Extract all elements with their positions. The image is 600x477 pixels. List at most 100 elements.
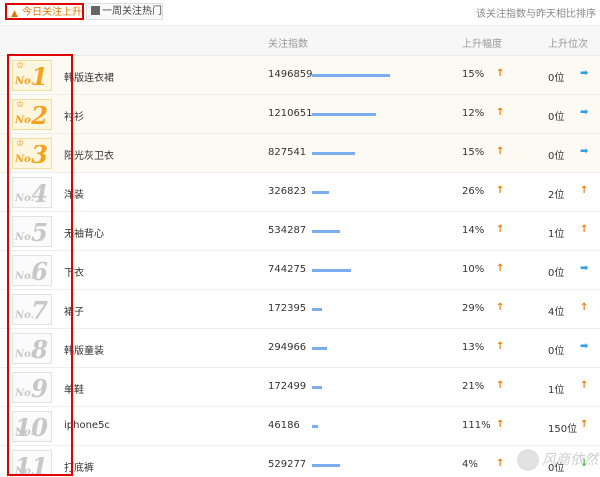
rank-badge: No. 5 bbox=[12, 216, 52, 247]
index-bar bbox=[312, 425, 318, 428]
up-rate-value: 111% bbox=[462, 420, 491, 431]
tab-week-label: 一周关注热门 bbox=[102, 6, 162, 17]
table-row[interactable]: No. 8 韩版童装 294966 13% ↑ 0位 ➡ bbox=[0, 329, 600, 368]
index-bar bbox=[312, 269, 351, 272]
position-up-value: 0位 bbox=[548, 346, 565, 357]
up-arrow-icon: ↑ bbox=[496, 107, 505, 118]
tab-week-hot[interactable]: 一周关注热门 bbox=[86, 3, 163, 20]
keyword-link[interactable]: 裙子 bbox=[64, 303, 84, 318]
keyword-link[interactable]: 洋装 bbox=[64, 186, 84, 201]
crown-icon: ♔ bbox=[16, 61, 25, 71]
tab-today-rising[interactable]: ▲ 今日关注上升 bbox=[5, 3, 84, 20]
up-rate-value: 12% bbox=[462, 108, 485, 119]
up-rate-value: 15% bbox=[462, 147, 485, 158]
crown-icon: ♔ bbox=[16, 139, 25, 149]
up-arrow-icon: ↑ bbox=[580, 380, 589, 391]
index-bar bbox=[312, 230, 340, 233]
right-arrow-icon: ➡ bbox=[580, 107, 589, 118]
up-arrow-icon: ↑ bbox=[496, 341, 505, 352]
rank-number: 6 bbox=[31, 257, 48, 286]
keyword-link[interactable]: 单鞋 bbox=[64, 381, 84, 396]
up-arrow-icon: ↑ bbox=[580, 224, 589, 235]
up-arrow-icon: ↑ bbox=[496, 185, 505, 196]
table-row[interactable]: ♔ No. 2 衬衫 1210651 12% ↑ 0位 ➡ bbox=[0, 95, 600, 134]
square-icon bbox=[91, 6, 100, 15]
position-up-value: 1位 bbox=[548, 229, 565, 240]
keyword-link[interactable]: 韩版连衣裙 bbox=[64, 69, 114, 84]
tab-bar: ▲ 今日关注上升 一周关注热门 该关注指数与昨天相比排序 bbox=[0, 0, 600, 22]
position-up-value: 0位 bbox=[548, 73, 565, 84]
index-bar bbox=[312, 386, 322, 389]
rank-number: 5 bbox=[31, 218, 48, 247]
table-row[interactable]: No. 5 无袖背心 534287 14% ↑ 1位 ↑ bbox=[0, 212, 600, 251]
keyword-link[interactable]: 无袖背心 bbox=[64, 225, 104, 240]
keyword-link[interactable]: 韩版童装 bbox=[64, 342, 104, 357]
index-value: 1496859 bbox=[268, 69, 313, 80]
up-rate-value: 14% bbox=[462, 225, 485, 236]
index-value: 46186 bbox=[268, 420, 300, 431]
rank-number: 9 bbox=[31, 374, 48, 403]
watermark: 风商依然 bbox=[517, 449, 598, 475]
table-row[interactable]: No. 10 iphone5c 46186 111% ↑ 150位 ↑ bbox=[0, 407, 600, 446]
position-up-value: 0位 bbox=[548, 112, 565, 123]
rank-badge: No. 7 bbox=[12, 294, 52, 325]
watermark-logo-icon bbox=[517, 449, 539, 471]
rank-badge: No. 8 bbox=[12, 333, 52, 364]
up-rate-value: 10% bbox=[462, 264, 485, 275]
up-rate-value: 4% bbox=[462, 459, 478, 470]
up-rate-value: 26% bbox=[462, 186, 485, 197]
up-arrow-icon: ↑ bbox=[580, 419, 589, 430]
keyword-link[interactable]: 下衣 bbox=[64, 264, 84, 279]
table-row[interactable]: No. 11 打底裤 529277 4% ↑ 0位 ↓ bbox=[0, 446, 600, 477]
rank-number: 10 bbox=[14, 413, 48, 442]
rank-badge: No. 10 bbox=[12, 411, 52, 442]
index-value: 294966 bbox=[268, 342, 307, 353]
keyword-link[interactable]: iphone5c bbox=[64, 420, 110, 431]
index-bar bbox=[312, 347, 327, 350]
up-arrow-icon: ↑ bbox=[580, 302, 589, 313]
right-arrow-icon: ➡ bbox=[580, 341, 589, 352]
keyword-link[interactable]: 阳光灰卫衣 bbox=[64, 147, 114, 162]
rank-number: 3 bbox=[31, 140, 48, 169]
index-value: 534287 bbox=[268, 225, 307, 236]
up-arrow-icon: ↑ bbox=[496, 146, 505, 157]
index-bar bbox=[312, 152, 355, 155]
rank-badge: ♔ No. 3 bbox=[12, 138, 52, 169]
table-row[interactable]: ♔ No. 3 阳光灰卫衣 827541 15% ↑ 0位 ➡ bbox=[0, 134, 600, 173]
table-row[interactable]: ♔ No. 1 韩版连衣裙 1496859 15% ↑ 0位 ➡ bbox=[0, 56, 600, 95]
up-arrow-icon: ▲ bbox=[11, 9, 18, 19]
position-up-value: 0位 bbox=[548, 151, 565, 162]
up-arrow-icon: ↑ bbox=[496, 380, 505, 391]
index-value: 1210651 bbox=[268, 108, 313, 119]
up-arrow-icon: ↑ bbox=[496, 302, 505, 313]
index-bar bbox=[312, 308, 322, 311]
rank-number: 7 bbox=[31, 296, 48, 325]
keyword-link[interactable]: 衬衫 bbox=[64, 108, 84, 123]
rank-badge: No. 9 bbox=[12, 372, 52, 403]
table-header: 关注指数 上升幅度 上升位次 bbox=[0, 25, 600, 56]
table-row[interactable]: No. 9 单鞋 172499 21% ↑ 1位 ↑ bbox=[0, 368, 600, 407]
index-value: 172499 bbox=[268, 381, 307, 392]
rank-badge: No. 11 bbox=[12, 450, 52, 477]
table-row[interactable]: No. 6 下衣 744275 10% ↑ 0位 ➡ bbox=[0, 251, 600, 290]
table-row[interactable]: No. 7 裙子 172395 29% ↑ 4位 ↑ bbox=[0, 290, 600, 329]
up-arrow-icon: ↑ bbox=[496, 263, 505, 274]
up-rate-value: 13% bbox=[462, 342, 485, 353]
rank-number: 2 bbox=[31, 101, 48, 130]
rank-badge: No. 4 bbox=[12, 177, 52, 208]
rank-number: 11 bbox=[14, 452, 48, 477]
index-bar bbox=[312, 191, 329, 194]
up-rate-value: 29% bbox=[462, 303, 485, 314]
position-up-value: 150位 bbox=[548, 424, 578, 435]
index-value: 744275 bbox=[268, 264, 307, 275]
right-arrow-icon: ➡ bbox=[580, 68, 589, 79]
right-arrow-icon: ➡ bbox=[580, 263, 589, 274]
ranking-rule-note: 该关注指数与昨天相比排序 bbox=[476, 9, 596, 20]
index-value: 326823 bbox=[268, 186, 307, 197]
index-value: 827541 bbox=[268, 147, 307, 158]
position-up-value: 0位 bbox=[548, 268, 565, 279]
keyword-link[interactable]: 打底裤 bbox=[64, 459, 94, 474]
table-row[interactable]: No. 4 洋装 326823 26% ↑ 2位 ↑ bbox=[0, 173, 600, 212]
header-position-up: 上升位次 bbox=[548, 39, 588, 50]
up-rate-value: 21% bbox=[462, 381, 485, 392]
